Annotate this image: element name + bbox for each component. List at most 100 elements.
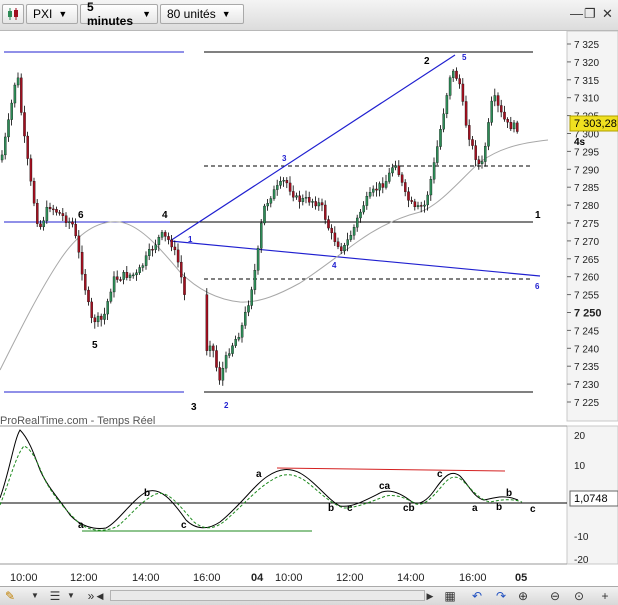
candle	[164, 232, 167, 237]
candle	[503, 111, 506, 120]
time-tick-label: 12:00	[336, 572, 364, 584]
candle	[375, 188, 378, 191]
price-tick-label: 7 320	[574, 58, 599, 69]
candle	[52, 208, 55, 211]
scroll-left-icon[interactable]: ◀	[94, 588, 106, 604]
indicator-label: b	[506, 488, 512, 499]
candle	[119, 279, 122, 281]
dropdown-icon[interactable]: ▼	[66, 588, 76, 604]
candle	[455, 70, 458, 79]
candle	[490, 100, 493, 123]
wave-label: 2	[224, 401, 229, 410]
price-tick-label: 7 280	[574, 201, 599, 212]
candle	[320, 202, 324, 206]
units-selector[interactable]: 80 unités ▼	[160, 4, 244, 24]
chart-style-button[interactable]	[2, 4, 24, 24]
candle	[272, 189, 276, 199]
candle	[480, 161, 484, 164]
grid-icon[interactable]: ▦	[443, 588, 457, 604]
indicator-label: c	[437, 469, 443, 480]
price-tick-label: 7 260	[574, 273, 599, 284]
indicator-label: a	[472, 503, 478, 514]
candle	[55, 209, 58, 213]
zoom-out-icon[interactable]: ⊖	[548, 588, 562, 604]
candle	[180, 261, 183, 278]
restore-icon[interactable]: ❐	[584, 6, 596, 22]
candle	[138, 267, 141, 273]
wave-label: 1	[188, 235, 193, 244]
candle	[295, 195, 298, 198]
candle	[42, 220, 45, 228]
wave-label: 4	[162, 210, 168, 221]
candle	[426, 194, 429, 206]
pencil-icon[interactable]: ✎	[2, 588, 18, 604]
close-icon[interactable]: ✕	[602, 6, 613, 22]
minimize-icon[interactable]: —	[570, 6, 583, 21]
candle	[141, 265, 145, 268]
candle	[16, 77, 20, 86]
candle	[500, 105, 503, 113]
candle	[378, 183, 381, 191]
wave-label: 4	[332, 261, 337, 270]
candle	[432, 162, 436, 180]
candlestick-icon	[8, 8, 18, 20]
candle	[397, 165, 401, 175]
zoom-reset-icon[interactable]: ⊙	[572, 588, 586, 604]
price-tick-label: 7 265	[574, 255, 599, 266]
zoom-in-icon[interactable]: ⊕	[516, 588, 530, 604]
candle	[109, 291, 113, 302]
bar-countdown: 4s	[574, 137, 586, 148]
price-tick-label: 7 290	[574, 165, 599, 176]
candle	[394, 165, 397, 168]
chart-toolbar: PXI ▼ 5 minutes ▼ 80 unités ▼ — ❐ ✕	[0, 0, 618, 31]
candle	[250, 289, 253, 306]
candle	[247, 305, 250, 313]
candle	[359, 211, 362, 219]
candle	[484, 146, 487, 162]
candle	[36, 203, 39, 224]
menu-icon[interactable]: ☰	[48, 588, 62, 604]
candle	[45, 206, 49, 221]
candle	[74, 223, 77, 237]
candle	[13, 84, 17, 104]
indicator-value: 1,0748	[574, 493, 608, 505]
time-tick-label: 12:00	[70, 572, 98, 584]
candle	[183, 276, 186, 295]
dropdown-icon[interactable]: ▼	[30, 588, 40, 604]
candle	[311, 201, 314, 203]
symbol-selector[interactable]: PXI ▼	[26, 4, 78, 24]
candle	[404, 182, 407, 192]
undo-icon[interactable]: ↶	[470, 588, 484, 604]
indicator-tick-label: 20	[574, 431, 586, 442]
chevron-down-icon: ▼	[142, 9, 151, 19]
candle	[224, 355, 228, 369]
candle	[135, 272, 138, 276]
candle	[301, 198, 305, 202]
price-tick-label: 7 255	[574, 291, 599, 302]
candle	[215, 350, 218, 368]
price-tick-label: 7 250	[574, 308, 602, 320]
timeframe-selector[interactable]: 5 minutes ▼	[80, 0, 158, 28]
candle	[340, 246, 343, 252]
candle	[308, 197, 311, 203]
redo-icon[interactable]: ↷	[494, 588, 508, 604]
plus-icon[interactable]: +	[598, 588, 612, 604]
bottom-toolbar: ✎ ▼ ☰ ▼ » ◀ ▶ ▦ ↶ ↷ ⊕ ⊖ ⊙ +	[0, 586, 618, 605]
candle	[493, 95, 497, 102]
scroll-right-icon[interactable]: ▶	[424, 588, 436, 604]
chart-area[interactable]: 6 4 5 3 2 1 1 2 3 4 5 6 7 325 7 320 7 315 7…	[0, 31, 618, 586]
candle	[407, 191, 410, 201]
candle	[333, 232, 337, 242]
candle	[506, 119, 509, 123]
candle	[384, 181, 388, 188]
price-tick-label: 7 310	[574, 94, 599, 105]
candle	[106, 301, 109, 315]
symbol-label: PXI	[33, 7, 53, 21]
indicator-label: ca	[379, 481, 391, 492]
time-scrollbar[interactable]	[110, 590, 425, 601]
candle	[253, 270, 257, 290]
price-tick-label: 7 270	[574, 237, 599, 248]
indicator-tick-label: -10	[574, 532, 589, 543]
indicator-label: c	[347, 503, 353, 514]
candle	[170, 239, 173, 248]
